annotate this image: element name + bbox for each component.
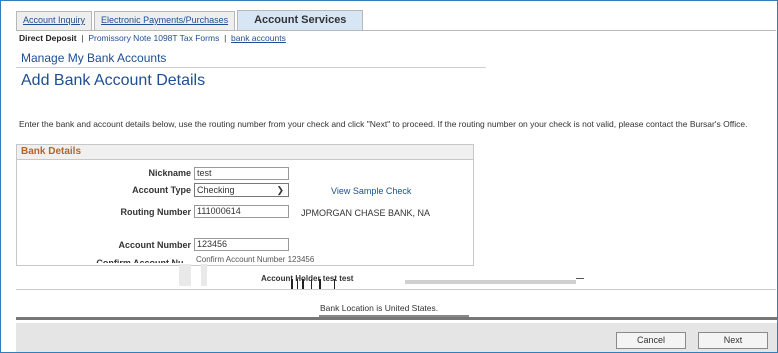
- render-artifact: [576, 278, 584, 285]
- nickname-label: Nickname: [148, 168, 191, 178]
- render-artifact: [16, 317, 777, 320]
- render-artifact: [319, 279, 321, 289]
- render-artifact: [302, 279, 304, 289]
- section-divider: [16, 67, 486, 68]
- subnav-link-bank-accounts[interactable]: bank accounts: [231, 33, 286, 43]
- section-title: Manage My Bank Accounts: [21, 51, 167, 65]
- next-button[interactable]: Next: [698, 332, 768, 349]
- bank-location-text: Bank Location is United States.: [320, 303, 439, 313]
- subnav-link-promissory-note[interactable]: Promissory Note 1098T Tax Forms: [88, 33, 219, 43]
- render-artifact: [179, 264, 191, 286]
- render-artifact: [311, 279, 312, 289]
- account-type-value: Checking: [197, 185, 235, 195]
- page-title: Add Bank Account Details: [21, 72, 206, 89]
- account-type-select[interactable]: Checking ❯: [194, 183, 289, 197]
- render-artifact: [291, 279, 293, 289]
- render-artifact: [334, 279, 335, 289]
- page-frame: Account Inquiry Electronic Payments/Purc…: [0, 0, 778, 353]
- tab-account-services[interactable]: Account Services: [237, 10, 364, 30]
- subnav-direct-deposit: Direct Deposit: [19, 33, 77, 43]
- tab-account-inquiry[interactable]: Account Inquiry: [16, 11, 93, 30]
- instructions-text: Enter the bank and account details below…: [19, 119, 748, 129]
- account-number-input[interactable]: 123456: [194, 238, 289, 251]
- confirm-account-number-label: Confirm Account Nu...: [96, 258, 191, 263]
- subnav-separator: |: [81, 33, 84, 43]
- sub-navigation: Direct Deposit | Promissory Note 1098T T…: [19, 33, 286, 43]
- render-artifact: [297, 279, 298, 289]
- form-divider: [16, 289, 776, 290]
- render-artifact: [201, 264, 207, 286]
- account-number-label: Account Number: [118, 240, 191, 250]
- tab-electronic-payments[interactable]: Electronic Payments/Purchases: [94, 11, 236, 30]
- bank-details-header: Bank Details: [17, 145, 473, 160]
- tab-bar: Account Inquiry Electronic Payments/Purc…: [16, 10, 365, 30]
- account-type-label: Account Type: [132, 185, 191, 195]
- account-holder-ghost: Account Holder test test: [261, 274, 354, 283]
- bank-name: JPMORGAN CHASE BANK, NA: [301, 208, 431, 218]
- render-artifact: [405, 280, 583, 284]
- routing-number-input[interactable]: 111000614: [194, 205, 289, 218]
- cancel-button[interactable]: Cancel: [616, 332, 686, 349]
- nickname-input[interactable]: test: [194, 167, 289, 180]
- subnav-separator-2: |: [224, 33, 227, 43]
- chevron-down-icon: ❯: [276, 185, 284, 195]
- view-sample-check-link[interactable]: View Sample Check: [331, 186, 411, 196]
- tab-underline: [16, 30, 776, 31]
- routing-number-label: Routing Number: [120, 207, 192, 217]
- confirm-account-number-ghost: Confirm Account Number 123456: [196, 255, 315, 264]
